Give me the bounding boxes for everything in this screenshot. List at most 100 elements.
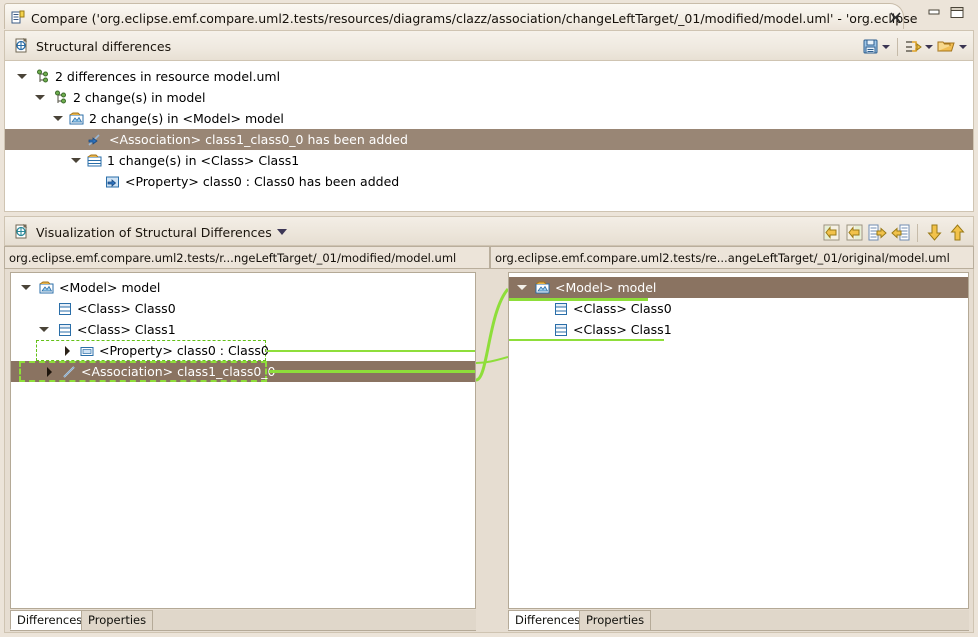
- tree-row-label: <Class> Class1: [77, 322, 176, 337]
- tree-row-label: <Class> Class1: [573, 322, 672, 337]
- class-icon: [57, 322, 73, 338]
- previous-difference-button[interactable]: [946, 222, 969, 244]
- twisty-collapsed-icon[interactable]: [65, 346, 70, 356]
- minimize-icon[interactable]: [927, 6, 943, 19]
- twisty-expanded-icon[interactable]: [39, 327, 49, 332]
- class-change-icon: [87, 153, 103, 169]
- model-icon: [69, 111, 85, 127]
- twisty-collapsed-icon[interactable]: [47, 367, 52, 377]
- group-by-button[interactable]: [903, 36, 935, 58]
- tree-row-label: <Model> model: [555, 280, 657, 295]
- visualization-title: Visualization of Structural Differences: [36, 225, 272, 240]
- tree-row[interactable]: 2 change(s) in model: [5, 87, 973, 108]
- compare-path-bar: org.eclipse.emf.compare.uml2.tests/r...n…: [4, 246, 974, 269]
- change-link-line: [269, 370, 475, 373]
- property-icon: [79, 343, 95, 359]
- tree-row-label: <Property> class0 : Class0 has been adde…: [125, 174, 400, 189]
- copy-all-left-to-right-button[interactable]: [889, 222, 912, 244]
- tree-row[interactable]: <Class> Class1: [11, 319, 475, 340]
- copy-right-to-left-button[interactable]: [820, 222, 843, 244]
- tab-properties-left[interactable]: Properties: [81, 610, 154, 630]
- tab-properties-right[interactable]: Properties: [579, 610, 652, 630]
- structural-differences-icon: [14, 37, 30, 54]
- tree-row[interactable]: <Class> Class1: [509, 319, 968, 341]
- visualization-toolbar: [820, 221, 969, 244]
- tree-row-added[interactable]: <Property> class0 : Class0: [11, 340, 475, 361]
- difference-connectors: [475, 272, 510, 609]
- maximize-icon[interactable]: [949, 6, 965, 19]
- tree-row-label: 2 change(s) in model: [73, 90, 206, 105]
- class-icon: [57, 301, 73, 317]
- tab-differences-right[interactable]: Differences: [508, 610, 588, 630]
- chevron-down-icon[interactable]: [925, 44, 933, 49]
- tree-row-label: 2 differences in resource model.uml: [55, 69, 281, 84]
- tree-row-label: <Class> Class0: [77, 301, 176, 316]
- tree-row[interactable]: <Class> Class0: [509, 298, 968, 319]
- copy-left-to-right-icon: [846, 224, 863, 241]
- visualization-icon: [14, 223, 30, 240]
- twisty-expanded-icon[interactable]: [517, 285, 527, 290]
- tree-row[interactable]: <Class> Class0: [11, 298, 475, 319]
- tree-row[interactable]: 2 differences in resource model.uml: [5, 66, 973, 87]
- tree-row[interactable]: 1 change(s) in <Class> Class1: [5, 150, 973, 171]
- left-model-tree[interactable]: <Model> model <Class> Class0 <Class> Cla…: [10, 272, 476, 609]
- left-pane-tabs: Differences Properties: [10, 610, 476, 631]
- chevron-down-icon[interactable]: [959, 44, 967, 49]
- tab-differences-left[interactable]: Differences: [10, 610, 90, 630]
- twisty-expanded-icon[interactable]: [21, 285, 31, 290]
- toolbar-separator: [897, 37, 898, 56]
- tree-row-selected[interactable]: <Association> class1_class0_0 has been a…: [5, 129, 973, 150]
- compare-body: <Model> model <Class> Class0 <Class> Cla…: [4, 269, 974, 633]
- filter-folder-icon: [937, 41, 955, 52]
- twisty-expanded-icon[interactable]: [17, 74, 27, 79]
- property-connector-curve: [475, 356, 509, 364]
- model-icon: [39, 280, 55, 296]
- copy-all-right-to-left-icon: [868, 224, 887, 241]
- tree-row[interactable]: <Property> class0 : Class0 has been adde…: [5, 171, 973, 192]
- model-icon: [535, 280, 551, 296]
- copy-right-to-left-icon: [823, 224, 840, 241]
- diff-resource-icon: [53, 90, 69, 106]
- tree-row-label: <Property> class0 : Class0: [99, 343, 269, 358]
- tree-row[interactable]: 2 change(s) in <Model> model: [5, 108, 973, 129]
- chevron-down-icon[interactable]: [882, 44, 890, 49]
- right-model-tree[interactable]: <Model> model <Class> Class0 <Class> Cla…: [508, 272, 969, 609]
- editor-tab[interactable]: Compare ('org.eclipse.emf.compare.uml2.t…: [4, 3, 917, 29]
- right-pane-tabs: Differences Properties: [508, 610, 969, 631]
- structural-toolbar: [860, 35, 969, 58]
- diff-resource-icon: [35, 69, 51, 85]
- twisty-expanded-icon[interactable]: [35, 95, 45, 100]
- tree-row-label: <Association> class1_class0_0 has been a…: [109, 132, 408, 147]
- chevron-down-icon[interactable]: [277, 229, 287, 235]
- compare-editor-window: Compare ('org.eclipse.emf.compare.uml2.t…: [0, 0, 978, 637]
- copy-all-right-to-left-button[interactable]: [866, 222, 889, 244]
- structural-differences-tree[interactable]: 2 differences in resource model.uml 2 ch…: [4, 61, 974, 212]
- change-marker-line: [509, 339, 664, 341]
- class-icon: [553, 322, 569, 338]
- structural-differences-section: Structural differences 2 differences in …: [4, 30, 974, 212]
- tree-row-selected[interactable]: <Model> model: [509, 277, 968, 301]
- tree-row[interactable]: <Model> model: [11, 277, 475, 298]
- copy-left-to-right-button[interactable]: [843, 222, 866, 244]
- twisty-expanded-icon[interactable]: [53, 116, 63, 121]
- property-added-icon: [105, 174, 121, 190]
- twisty-expanded-icon[interactable]: [71, 158, 81, 163]
- toolbar-separator: [917, 223, 918, 242]
- close-icon[interactable]: [889, 11, 902, 24]
- compare-editor-icon: [11, 10, 26, 25]
- association-connector-curve: [475, 288, 510, 382]
- save-button[interactable]: [860, 36, 892, 58]
- right-path-label: org.eclipse.emf.compare.uml2.tests/re...…: [490, 246, 974, 269]
- tree-row-label: <Class> Class0: [573, 301, 672, 316]
- group-by-icon: [906, 41, 922, 52]
- structural-differences-header: Structural differences: [4, 30, 974, 61]
- tree-row-selected-added[interactable]: <Association> class1_class0_0: [11, 361, 475, 382]
- previous-difference-icon: [950, 224, 965, 241]
- filters-button[interactable]: [935, 36, 969, 58]
- next-difference-button[interactable]: [923, 222, 946, 244]
- tree-row-label: 1 change(s) in <Class> Class1: [107, 153, 300, 168]
- class-icon: [553, 301, 569, 317]
- editor-tab-title: Compare ('org.eclipse.emf.compare.uml2.t…: [31, 11, 918, 26]
- structural-differences-title: Structural differences: [36, 39, 172, 54]
- title-bar: Compare ('org.eclipse.emf.compare.uml2.t…: [0, 0, 978, 30]
